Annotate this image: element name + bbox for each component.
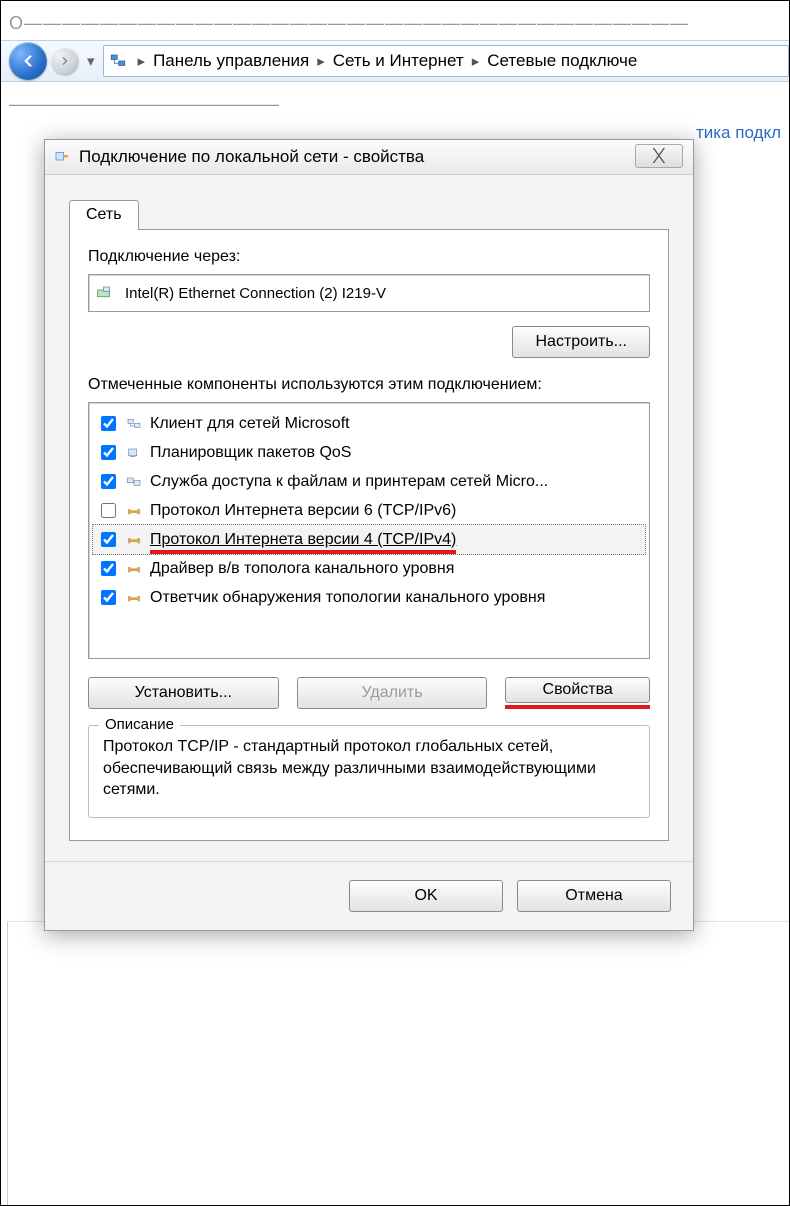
description-text: Протокол TCP/IP - стандартный протокол г… — [103, 736, 635, 801]
nic-icon — [95, 283, 115, 303]
component-checkbox[interactable] — [101, 590, 116, 605]
nav-history-dropdown-icon[interactable]: ▾ — [87, 52, 95, 70]
component-icon — [124, 531, 144, 549]
component-item[interactable]: Драйвер в/в тополога канального уровня — [93, 554, 645, 583]
explorer-address-bar: ▾ ▸ Панель управления ▸ Сеть и Интернет … — [1, 40, 789, 82]
component-item[interactable]: Протокол Интернета версии 4 (TCP/IPv4) — [92, 524, 646, 555]
component-item[interactable]: Клиент для сетей Microsoft — [93, 409, 645, 438]
nav-back-button[interactable] — [9, 42, 47, 80]
components-label: Отмеченные компоненты используются этим … — [88, 376, 650, 394]
chevron-right-icon: ▸ — [138, 52, 146, 70]
background-pane — [7, 921, 789, 1205]
breadcrumb-item[interactable]: Панель управления — [151, 51, 311, 71]
background-text: ——————————————— — [1, 82, 789, 123]
background-link-text: тика подкл — [696, 123, 781, 143]
component-checkbox[interactable] — [101, 416, 116, 431]
connect-using-label: Подключение через: — [88, 248, 650, 266]
install-button[interactable]: Установить... — [88, 677, 279, 709]
component-icon — [124, 560, 144, 578]
chevron-right-icon: ▸ — [472, 52, 480, 70]
component-item[interactable]: Служба доступа к файлам и принтерам сете… — [93, 467, 645, 496]
breadcrumb-item[interactable]: Сетевые подключе — [485, 51, 639, 71]
cancel-button[interactable]: Отмена — [517, 880, 671, 912]
description-group-label: Описание — [99, 716, 180, 733]
component-checkbox[interactable] — [101, 503, 116, 518]
properties-button[interactable]: Свойства — [505, 677, 650, 703]
description-group: Описание Протокол TCP/IP - стандартный п… — [88, 725, 650, 818]
configure-button[interactable]: Настроить... — [512, 326, 650, 358]
components-list[interactable]: Клиент для сетей MicrosoftПланировщик па… — [88, 402, 650, 659]
component-icon — [124, 444, 144, 462]
annotation-underline — [505, 705, 650, 709]
adapter-field: Intel(R) Ethernet Connection (2) I219-V — [88, 274, 650, 312]
component-checkbox[interactable] — [101, 474, 116, 489]
component-checkbox[interactable] — [101, 445, 116, 460]
component-item[interactable]: Ответчик обнаружения топологии канальног… — [93, 583, 645, 612]
component-icon — [124, 415, 144, 433]
component-checkbox[interactable] — [101, 561, 116, 576]
component-buttons-row: Установить... Удалить Свойства — [88, 677, 650, 709]
component-checkbox[interactable] — [101, 532, 116, 547]
component-icon — [124, 473, 144, 491]
uninstall-button: Удалить — [297, 677, 488, 709]
tab-pane-network: Подключение через: Intel(R) Ethernet Con… — [69, 229, 669, 841]
breadcrumb-item[interactable]: Сеть и Интернет — [331, 51, 466, 71]
breadcrumb-bar[interactable]: ▸ Панель управления ▸ Сеть и Интернет ▸ … — [103, 45, 789, 77]
component-item[interactable]: Планировщик пакетов QoS — [93, 438, 645, 467]
adapter-icon — [53, 148, 71, 166]
chevron-right-icon: ▸ — [317, 52, 325, 70]
nav-forward-button[interactable] — [51, 47, 79, 75]
component-icon — [124, 589, 144, 607]
close-button[interactable]: ╳ — [635, 144, 683, 168]
background-text: О——————————————————————————————————— — [1, 1, 789, 40]
component-icon — [124, 502, 144, 520]
dialog-titlebar[interactable]: Подключение по локальной сети - свойства… — [45, 140, 693, 175]
ok-button[interactable]: OK — [349, 880, 503, 912]
dialog-title: Подключение по локальной сети - свойства — [79, 147, 424, 167]
tab-network[interactable]: Сеть — [69, 200, 139, 230]
network-icon — [108, 51, 128, 71]
dialog-footer: OK Отмена — [45, 861, 693, 930]
tab-strip: Сеть — [69, 197, 669, 229]
connection-properties-dialog: Подключение по локальной сети - свойства… — [44, 139, 694, 931]
component-item[interactable]: Протокол Интернета версии 6 (TCP/IPv6) — [93, 496, 645, 525]
adapter-name: Intel(R) Ethernet Connection (2) I219-V — [125, 285, 386, 302]
